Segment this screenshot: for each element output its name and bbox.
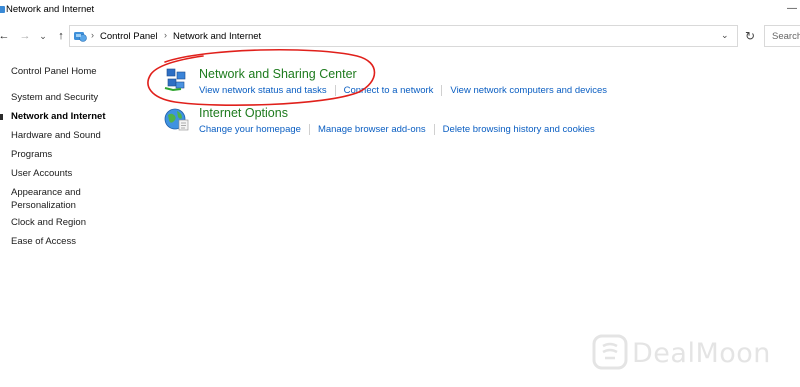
network-and-sharing-center-link[interactable]: Network and Sharing Center bbox=[199, 67, 357, 81]
breadcrumb-separator-icon: › bbox=[164, 30, 167, 40]
change-homepage-link[interactable]: Change your homepage bbox=[199, 124, 310, 135]
sidebar-item-clock-and-region[interactable]: Clock and Region bbox=[11, 216, 86, 229]
address-dropdown-icon[interactable]: ⌄ bbox=[721, 30, 731, 41]
title-bar: Network and Internet — bbox=[0, 0, 800, 21]
manage-browser-addons-link[interactable]: Manage browser add-ons bbox=[318, 124, 435, 135]
refresh-icon: ↻ bbox=[744, 29, 756, 43]
breadcrumb-control-panel[interactable]: Control Panel bbox=[100, 31, 158, 42]
delete-browsing-history-link[interactable]: Delete browsing history and cookies bbox=[443, 124, 595, 135]
arrow-up-icon: ↑ bbox=[58, 30, 64, 42]
sidebar-item-ease-of-access[interactable]: Ease of Access bbox=[11, 235, 76, 248]
minimize-icon[interactable]: — bbox=[787, 3, 800, 16]
watermark-text: DealMoon bbox=[632, 338, 771, 369]
view-network-computers-link[interactable]: View network computers and devices bbox=[450, 85, 607, 96]
breadcrumb-separator-icon: › bbox=[91, 30, 94, 40]
chevron-down-icon: ⌄ bbox=[39, 31, 47, 41]
breadcrumb-network-and-internet[interactable]: Network and Internet bbox=[173, 31, 261, 42]
window-title: Network and Internet bbox=[6, 4, 95, 15]
network-sharing-icon[interactable] bbox=[163, 67, 189, 93]
back-button[interactable]: ← bbox=[0, 28, 10, 44]
up-button[interactable]: ↑ bbox=[55, 28, 67, 44]
sidebar-item-user-accounts[interactable]: User Accounts bbox=[11, 167, 72, 180]
sidebar-item-programs[interactable]: Programs bbox=[11, 148, 52, 161]
address-bar[interactable]: › Control Panel › Network and Internet ⌄ bbox=[69, 25, 738, 47]
sidebar-item-appearance-and-personalization[interactable]: Appearance and Personalization bbox=[11, 186, 81, 212]
navigation-bar: ← → ⌄ ↑ › Control Panel › Network and In… bbox=[0, 23, 800, 49]
control-panel-icon bbox=[74, 32, 87, 42]
internet-options-tasks: Change your homepage Manage browser add-o… bbox=[199, 124, 595, 135]
arrow-left-icon: ← bbox=[0, 30, 10, 42]
recent-locations-button[interactable]: ⌄ bbox=[37, 28, 49, 44]
dealmoon-logo-icon bbox=[592, 334, 628, 370]
view-network-status-link[interactable]: View network status and tasks bbox=[199, 85, 336, 96]
sidebar-item-network-and-internet[interactable]: Network and Internet bbox=[0, 110, 106, 123]
sidebar-item-system-and-security[interactable]: System and Security bbox=[11, 91, 98, 104]
sidebar-item-control-panel-home[interactable]: Control Panel Home bbox=[11, 65, 97, 78]
forward-button[interactable]: → bbox=[18, 28, 32, 44]
internet-options-link[interactable]: Internet Options bbox=[199, 106, 288, 120]
dealmoon-watermark: DealMoon bbox=[588, 334, 798, 374]
search-input[interactable] bbox=[765, 26, 800, 46]
sidebar-item-hardware-and-sound[interactable]: Hardware and Sound bbox=[11, 129, 101, 142]
refresh-button[interactable]: ↻ bbox=[742, 26, 758, 46]
arrow-right-icon: → bbox=[19, 30, 31, 42]
search-box[interactable] bbox=[764, 25, 800, 47]
internet-options-globe-icon[interactable] bbox=[163, 106, 189, 132]
network-and-sharing-center-tasks: View network status and tasks Connect to … bbox=[199, 85, 607, 96]
connect-to-network-link[interactable]: Connect to a network bbox=[344, 85, 443, 96]
